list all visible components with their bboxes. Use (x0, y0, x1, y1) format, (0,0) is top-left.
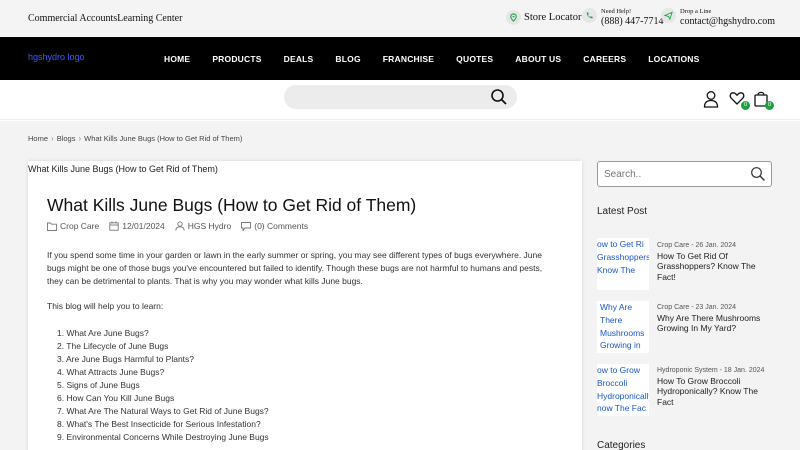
breadcrumb-current: What Kills June Bugs (How to Get Rid of … (84, 134, 243, 143)
article-comments[interactable]: (0) Comments (241, 221, 308, 231)
commercial-accounts-link[interactable]: Commercial Accounts (28, 13, 117, 24)
store-locator-label: Store Locator (524, 12, 582, 23)
main-navigation: hgshydro logo HOME PRODUCTS DEALS BLOG F… (0, 37, 800, 80)
site-logo[interactable]: hgshydro logo (28, 52, 85, 62)
article-comments-label: (0) Comments (254, 221, 309, 231)
breadcrumb-home[interactable]: Home (28, 134, 48, 143)
nav-item-careers[interactable]: CAREERS (583, 54, 626, 64)
nav-menu: HOME PRODUCTS DEALS BLOG FRANCHISE QUOTE… (164, 54, 699, 64)
user-icon (175, 221, 185, 231)
chevron-right-icon: › (78, 134, 82, 143)
comment-icon (241, 221, 252, 231)
store-locator-link[interactable]: Store Locator (506, 10, 581, 25)
latest-post-item: Crop Care - 26 Jan. 2024 How To Get Rid … (657, 241, 775, 282)
categories-heading: Categories (597, 440, 646, 450)
chevron-right-icon: › (51, 134, 54, 143)
article-card: What Kills June Bugs (How to Get Rid of … (28, 161, 582, 450)
sidebar-search-input[interactable] (604, 167, 744, 181)
toc-item[interactable]: 6. How Can You Kill June Bugs (57, 392, 269, 405)
post-title-link[interactable]: How To Grow Broccoli Hydroponically? Kno… (657, 376, 775, 407)
post-thumbnail[interactable]: Why Are There Mushrooms Growing in (597, 301, 649, 353)
toc-item[interactable]: 7. What Are The Natural Ways to Get Rid … (57, 405, 269, 418)
user-account-icon[interactable] (703, 90, 719, 108)
nav-item-quotes[interactable]: QUOTES (456, 54, 493, 64)
article-learn-line: This blog will help you to learn: (47, 301, 164, 311)
sidebar-search (597, 161, 772, 187)
search-icon[interactable] (750, 166, 766, 182)
toc-item[interactable]: 1. What Are June Bugs? (57, 327, 269, 340)
map-pin-icon (506, 10, 521, 25)
drop-a-line-contact[interactable]: Drop a Line contact@hgshydro.com (661, 8, 775, 28)
nav-item-about-us[interactable]: ABOUT US (515, 54, 561, 64)
latest-post-item: Hydroponic System - 18 Jan. 2024 How To … (657, 366, 775, 407)
wishlist-button[interactable]: 0 (729, 90, 750, 110)
learning-center-link[interactable]: Learning Center (117, 13, 182, 24)
latest-post-heading: Latest Post (597, 206, 648, 217)
need-help-label: Need Help! (601, 8, 632, 15)
header-search-row: 0 0 (0, 80, 800, 120)
nav-item-locations[interactable]: LOCATIONS (648, 54, 699, 64)
article-author-label: HGS Hydro (187, 221, 232, 231)
nav-item-franchise[interactable]: FRANCHISE (383, 54, 434, 64)
toc-item[interactable]: 3. Are June Bugs Harmful to Plants? (57, 353, 269, 366)
post-thumbnail[interactable]: ow to Grow Broccoli Hydroponically now T… (597, 364, 649, 416)
table-of-contents: 1. What Are June Bugs? 2. The Lifecycle … (57, 327, 269, 444)
drop-a-line-label: Drop a Line (680, 8, 712, 15)
toc-item[interactable]: 4. What Attracts June Bugs? (57, 366, 269, 379)
post-title-link[interactable]: How To Get Rid Of Grasshoppers? Know The… (657, 251, 775, 282)
breadcrumb-blogs[interactable]: Blogs (57, 134, 76, 143)
top-utility-bar: Commercial Accounts Learning Center Stor… (0, 0, 800, 37)
send-icon (661, 8, 676, 23)
post-category-date: Crop Care - 23 Jan. 2024 (657, 304, 736, 311)
email-address[interactable]: contact@hgshydro.com (680, 16, 775, 28)
toc-item[interactable]: 5. Signs of June Bugs (57, 379, 269, 392)
latest-post-item: Crop Care - 23 Jan. 2024 Why Are There M… (657, 303, 775, 334)
wishlist-count-badge: 0 (741, 101, 750, 110)
utility-links: Commercial Accounts Learning Center (28, 13, 182, 24)
breadcrumb: Home › Blogs › What Kills June Bugs (How… (28, 134, 242, 143)
nav-item-deals[interactable]: DEALS (284, 54, 314, 64)
post-thumbnail[interactable]: ow to Get Ri Grasshoppers Know The (597, 238, 649, 290)
cart-button[interactable]: 0 (753, 90, 774, 110)
search-icon[interactable] (490, 88, 508, 106)
article-author[interactable]: HGS Hydro (175, 221, 231, 231)
post-category-date: Crop Care - 26 Jan. 2024 (657, 242, 736, 249)
nav-item-blog[interactable]: BLOG (335, 54, 360, 64)
cart-count-badge: 0 (765, 101, 774, 110)
toc-item[interactable]: 8. What's The Best Insecticide for Serio… (57, 418, 269, 431)
folder-icon (47, 222, 57, 231)
article-date-label: 12/01/2024 (122, 221, 165, 231)
calendar-icon (109, 221, 119, 231)
article-date: 12/01/2024 (109, 221, 165, 231)
post-category-date: Hydroponic System - 18 Jan. 2024 (657, 367, 765, 374)
post-title-link[interactable]: Why Are There Mushrooms Growing In My Ya… (657, 313, 775, 334)
phone-icon (582, 8, 597, 23)
page-title: What Kills June Bugs (How to Get Rid of … (28, 164, 218, 174)
article-intro: If you spend some time in your garden or… (47, 250, 543, 286)
need-help-contact[interactable]: Need Help! (888) 447-7714 (582, 8, 664, 28)
article-title: What Kills June Bugs (How to Get Rid of … (47, 195, 417, 215)
nav-item-products[interactable]: PRODUCTS (212, 54, 261, 64)
toc-item[interactable]: 2. The Lifecycle of June Bugs (57, 340, 269, 353)
article-meta: Crop Care 12/01/2024 HGS Hydro (0) Comme… (47, 221, 318, 231)
header-search-input[interactable] (284, 85, 517, 109)
article-category-label: Crop Care (60, 221, 100, 231)
article-category[interactable]: Crop Care (47, 221, 99, 231)
toc-item[interactable]: 9. Environmental Concerns While Destroyi… (57, 431, 269, 444)
nav-item-home[interactable]: HOME (164, 54, 190, 64)
phone-number[interactable]: (888) 447-7714 (601, 16, 664, 28)
